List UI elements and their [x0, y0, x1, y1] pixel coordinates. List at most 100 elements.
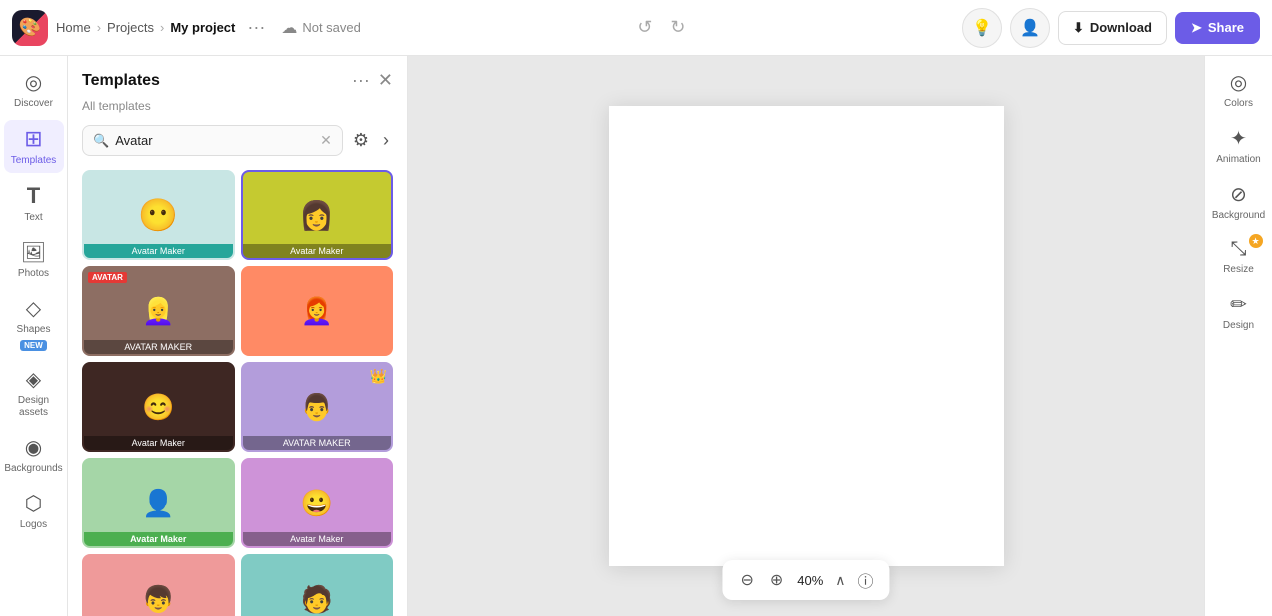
- undo-button[interactable]: ↺: [633, 13, 656, 42]
- template-card-3[interactable]: 👱‍♀️ AVATAR AVATAR MAKER: [82, 266, 235, 356]
- colors-icon: ◎: [1230, 70, 1247, 95]
- panel-more-button[interactable]: ···: [352, 70, 370, 91]
- template-card-5[interactable]: 😊 Avatar Maker: [82, 362, 235, 452]
- topbar-center: ↺ ↻: [369, 13, 954, 42]
- sidebar-item-photos[interactable]: 🖼 Photos: [4, 234, 64, 286]
- save-status-text: Not saved: [302, 20, 361, 35]
- more-options-button[interactable]: ···: [247, 17, 265, 38]
- resize-badge: ★: [1249, 234, 1263, 248]
- panel-header: Templates ··· ✕: [68, 56, 407, 99]
- sidebar-right-design[interactable]: ✏ Design: [1209, 286, 1269, 338]
- topbar-right: 💡 👤 ⬇ Download ➤ Share: [962, 8, 1260, 48]
- photos-icon: 🖼: [21, 240, 46, 265]
- template-card-8-label: Avatar Maker: [243, 532, 392, 546]
- discover-icon: ◎: [25, 70, 42, 95]
- template-card-2-inner: 👩 Avatar Maker: [243, 172, 392, 258]
- sidebar-item-templates[interactable]: ⊞ Templates: [4, 120, 64, 173]
- sidebar-item-text[interactable]: T Text: [4, 177, 64, 230]
- download-label: Download: [1090, 20, 1152, 35]
- background-icon: ⊘: [1230, 182, 1247, 207]
- download-icon: ⬇: [1073, 20, 1084, 36]
- sidebar-right-resize[interactable]: ⤡ ★ Resize: [1209, 232, 1269, 282]
- share-icon: ➤: [1191, 20, 1202, 36]
- breadcrumb-sep1: ›: [97, 20, 101, 35]
- template-card-8[interactable]: 😀 Avatar Maker: [241, 458, 394, 548]
- share-button[interactable]: ➤ Share: [1175, 12, 1260, 44]
- resize-icon: ⤡: [1231, 238, 1247, 261]
- template-card-10[interactable]: 🧑 Avatar Maker: [241, 554, 394, 616]
- sidebar-right: ◎ Colors ✦ Animation ⊘ Background ⤡ ★ Re…: [1204, 56, 1272, 616]
- sidebar-left: ◎ Discover ⊞ Templates T Text 🖼 Photos ◇…: [0, 56, 68, 616]
- templates-panel: Templates ··· ✕ All templates 🔍 ✕ ⚙ › 😶 …: [68, 56, 408, 616]
- template-card-6-label: AVATAR MAKER: [243, 436, 392, 450]
- template-card-6-inner: 👨 👑 AVATAR MAKER: [243, 364, 392, 450]
- breadcrumb: Home › Projects › My project: [56, 20, 235, 35]
- save-status: ☁ Not saved: [281, 18, 361, 38]
- resize-label: Resize: [1223, 264, 1254, 276]
- logos-icon: ⬡: [25, 491, 42, 516]
- zoom-in-button[interactable]: ⊕: [768, 568, 785, 592]
- filter-button[interactable]: ⚙: [349, 126, 373, 155]
- template-card-1[interactable]: 😶 Avatar Maker: [82, 170, 235, 260]
- download-button[interactable]: ⬇ Download: [1058, 11, 1167, 45]
- sidebar-item-backgrounds[interactable]: ◉ Backgrounds: [4, 429, 64, 481]
- breadcrumb-home[interactable]: Home: [56, 20, 91, 35]
- sidebar-item-discover-label: Discover: [14, 98, 53, 110]
- bottom-toolbar: ⊖ ⊕ 40% ∧ ⓘ: [722, 560, 889, 600]
- main-area: ◎ Discover ⊞ Templates T Text 🖼 Photos ◇…: [0, 56, 1272, 616]
- backgrounds-icon: ◉: [25, 435, 42, 460]
- templates-icon: ⊞: [24, 126, 42, 152]
- template-card-10-inner: 🧑 Avatar Maker: [243, 556, 392, 616]
- search-input[interactable]: [115, 133, 314, 148]
- zoom-out-button[interactable]: ⊖: [738, 568, 755, 592]
- shapes-icon: ◇: [26, 296, 41, 321]
- search-clear-button[interactable]: ✕: [320, 132, 332, 149]
- canvas-area: ⊖ ⊕ 40% ∧ ⓘ: [408, 56, 1204, 616]
- magic-button[interactable]: 💡: [962, 8, 1002, 48]
- panel-title: Templates: [82, 72, 160, 90]
- sidebar-item-discover[interactable]: ◎ Discover: [4, 64, 64, 116]
- template-card-3-label: AVATAR MAKER: [84, 340, 233, 354]
- zoom-chevron-icon[interactable]: ∧: [835, 572, 845, 589]
- redo-button[interactable]: ↻: [666, 13, 689, 42]
- template-card-3-inner: 👱‍♀️ AVATAR AVATAR MAKER: [84, 268, 233, 354]
- sidebar-right-animation[interactable]: ✦ Animation: [1209, 120, 1269, 172]
- template-card-4[interactable]: 👩‍🦰: [241, 266, 394, 356]
- collaborate-button[interactable]: 👤: [1010, 8, 1050, 48]
- panel-subtitle: All templates: [68, 99, 407, 121]
- sidebar-right-background[interactable]: ⊘ Background: [1209, 176, 1269, 228]
- template-card-2-label: Avatar Maker: [243, 244, 392, 258]
- template-card-1-label: Avatar Maker: [84, 244, 233, 258]
- undo-redo-group: ↺ ↻: [633, 13, 689, 42]
- sidebar-item-shapes[interactable]: ◇ Shapes NEW: [4, 290, 64, 357]
- animation-icon: ✦: [1230, 126, 1247, 151]
- template-card-3-badge: AVATAR: [88, 272, 127, 283]
- breadcrumb-projects[interactable]: Projects: [107, 20, 154, 35]
- template-card-5-label: Avatar Maker: [84, 436, 233, 450]
- panel-close-button[interactable]: ✕: [378, 70, 393, 91]
- sidebar-right-colors[interactable]: ◎ Colors: [1209, 64, 1269, 116]
- zoom-info-button[interactable]: ⓘ: [858, 568, 874, 592]
- sidebar-item-logos-label: Logos: [20, 519, 47, 531]
- zoom-value[interactable]: 40%: [797, 573, 823, 588]
- templates-grid: 😶 Avatar Maker 👩 Avatar Maker 👱‍♀️ AVATA…: [68, 166, 407, 616]
- app-logo[interactable]: 🎨: [12, 10, 48, 46]
- background-label: Background: [1212, 210, 1265, 222]
- cloud-icon: ☁: [281, 18, 297, 38]
- expand-button[interactable]: ›: [379, 126, 393, 155]
- template-card-7[interactable]: 👤 Avatar Maker: [82, 458, 235, 548]
- template-card-9[interactable]: 👦 AVATAR MAKER: [82, 554, 235, 616]
- colors-label: Colors: [1224, 98, 1253, 110]
- search-icon: 🔍: [93, 133, 109, 149]
- search-box: 🔍 ✕: [82, 125, 343, 156]
- template-card-6-crown: 👑: [370, 368, 387, 385]
- sidebar-item-design-assets[interactable]: ◈ Design assets: [4, 361, 64, 425]
- topbar: 🎨 Home › Projects › My project ··· ☁ Not…: [0, 0, 1272, 56]
- template-card-2[interactable]: 👩 Avatar Maker: [241, 170, 394, 260]
- template-card-6[interactable]: 👨 👑 AVATAR MAKER: [241, 362, 394, 452]
- sidebar-item-templates-label: Templates: [11, 155, 57, 167]
- sidebar-item-logos[interactable]: ⬡ Logos: [4, 485, 64, 537]
- sidebar-item-text-label: Text: [24, 212, 42, 224]
- breadcrumb-current: My project: [170, 20, 235, 35]
- animation-label: Animation: [1216, 154, 1260, 166]
